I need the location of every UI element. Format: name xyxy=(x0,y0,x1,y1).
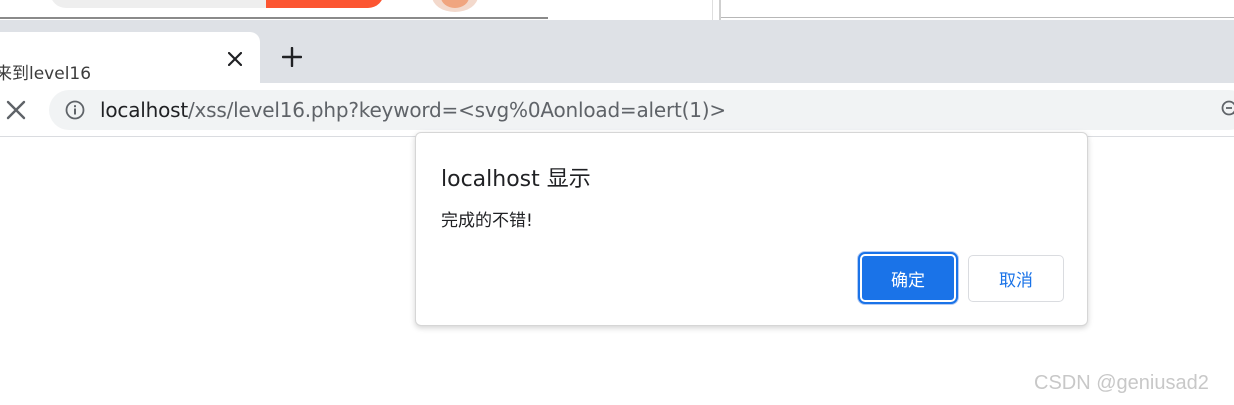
url-host: localhost xyxy=(100,98,188,122)
watermark: CSDN @geniusad2 xyxy=(1034,372,1209,394)
tab-strip: 来到level16 xyxy=(0,20,1234,84)
zoom-icon[interactable] xyxy=(1221,100,1234,120)
dialog-message: 完成的不错! xyxy=(441,211,533,231)
url-path: /xss/level16.php?keyword=<svg%0Aonload=a… xyxy=(187,98,726,122)
background-divider-right xyxy=(720,17,1234,18)
address-bar[interactable]: localhost/xss/level16.php?keyword=<svg%0… xyxy=(49,90,1234,130)
background-search-button xyxy=(266,0,384,8)
url-text[interactable]: localhost/xss/level16.php?keyword=<svg%0… xyxy=(100,98,726,122)
alert-dialog: localhost 显示 完成的不错! 确定 取消 xyxy=(415,132,1088,326)
background-divider xyxy=(0,17,548,19)
ok-button[interactable]: 确定 xyxy=(858,252,958,304)
tab-active[interactable]: 来到level16 xyxy=(0,32,260,84)
cancel-button[interactable]: 取消 xyxy=(968,255,1064,302)
background-separator-2 xyxy=(719,0,721,20)
tab-title: 来到level16 xyxy=(0,64,92,84)
background-search-box xyxy=(50,0,280,8)
plus-icon[interactable] xyxy=(278,43,306,71)
info-icon[interactable] xyxy=(65,100,85,120)
close-icon[interactable] xyxy=(222,46,248,72)
browser-toolbar: localhost/xss/level16.php?keyword=<svg%0… xyxy=(0,83,1234,137)
background-separator xyxy=(712,0,713,20)
background-window-strip xyxy=(0,0,1234,20)
close-icon[interactable] xyxy=(2,96,30,124)
dialog-title: localhost 显示 xyxy=(441,167,591,192)
